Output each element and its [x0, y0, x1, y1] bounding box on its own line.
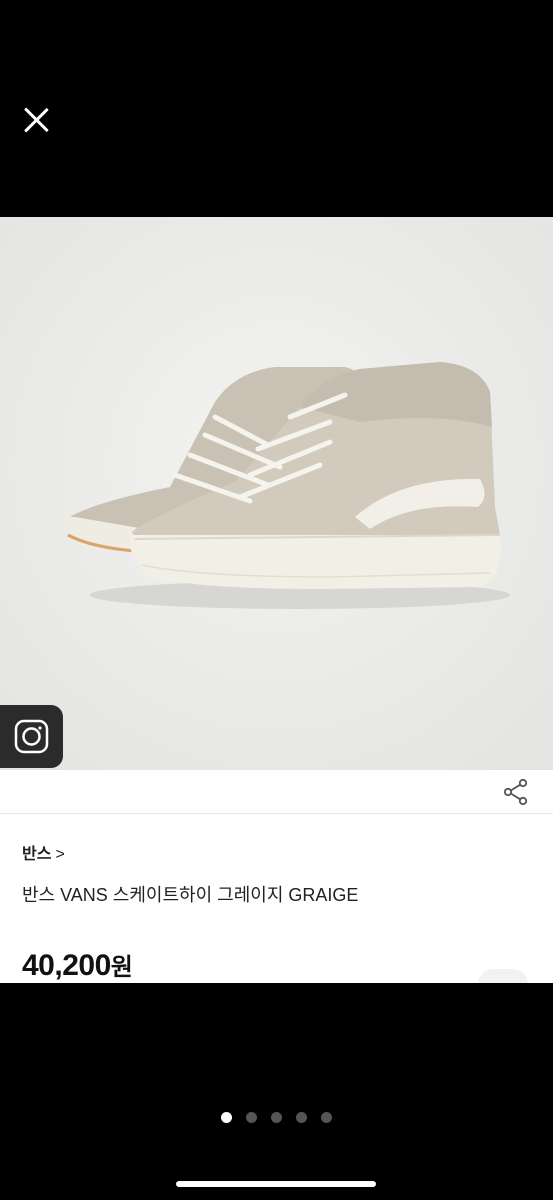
price-amount: 40,200 — [22, 949, 111, 982]
brand-label: 반스 — [22, 846, 52, 863]
page-dot[interactable] — [246, 1112, 257, 1123]
share-row — [0, 770, 553, 814]
brand-link[interactable]: 반스 > — [22, 840, 65, 864]
instagram-button[interactable] — [0, 705, 63, 768]
instagram-icon — [14, 719, 49, 754]
chevron-right-icon: > — [55, 846, 65, 863]
page-dot[interactable] — [296, 1112, 307, 1123]
product-title: 반스 VANS 스케이트하이 그레이지 GRAIGE — [22, 885, 359, 905]
page-dot[interactable] — [221, 1112, 232, 1123]
close-icon[interactable] — [22, 106, 50, 134]
product-price: 40,200원 — [22, 947, 133, 983]
price-unit: 원 — [110, 954, 133, 981]
page-dot[interactable] — [271, 1112, 282, 1123]
home-indicator[interactable] — [176, 1181, 376, 1187]
sneaker-image — [0, 217, 553, 770]
product-photo — [0, 217, 553, 770]
floating-button[interactable] — [478, 969, 528, 983]
share-icon[interactable] — [503, 778, 529, 806]
pagination-dots — [0, 1112, 553, 1123]
product-card: 반스 > 반스 VANS 스케이트하이 그레이지 GRAIGE 40,200원 — [0, 217, 553, 983]
page-dot[interactable] — [321, 1112, 332, 1123]
